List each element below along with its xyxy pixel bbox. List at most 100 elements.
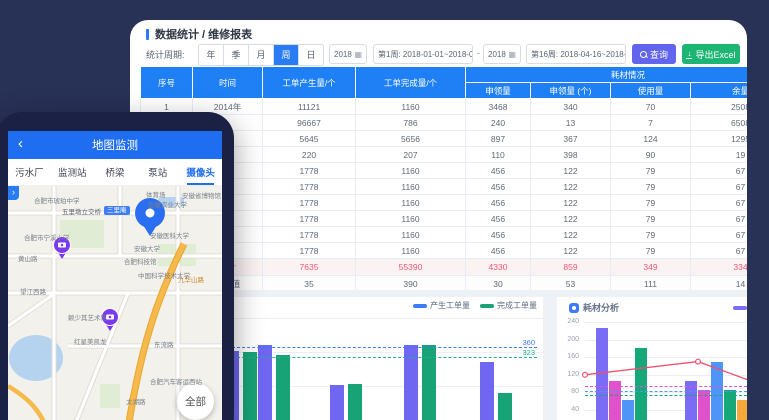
map-label: 合肥科技馆 [124,256,157,266]
map-view[interactable]: › 三里庵 五里墩立交桥 全部 合肥市琥珀中学体育场安徽农业大学安徽省博物馆合肥… [8,186,222,420]
table-cell: 122 [531,211,611,227]
gridline [232,318,543,319]
consumable-bar[interactable] [596,328,608,420]
table-cell: 79 [611,243,691,259]
range-separator: - [477,48,480,58]
back-icon[interactable]: ‹ [18,135,23,153]
table-cell: 79 [611,195,691,211]
map-label: 黄山路 [18,253,38,263]
y-axis-tick: 160 [557,353,579,360]
reference-label: 323 [522,348,535,357]
reference-label: 360 [522,338,535,347]
end-year-value: 2018 [488,50,506,59]
bar-产生工单量-4[interactable] [480,362,494,420]
bar-完成工单量-0[interactable] [243,352,257,420]
start-year-picker[interactable]: 2018 ▦ [329,44,367,64]
start-week-picker[interactable]: 第1周: 2018-01-01~2018-01-07 [373,44,473,64]
end-year-picker[interactable]: 2018 ▦ [483,44,521,64]
legend-item-1[interactable]: 完成工单量 [480,300,537,311]
bar-完成工单量-3[interactable] [422,345,436,420]
table-cell: 1778 [263,211,356,227]
table-cell: 55390 [356,259,466,276]
phone-tab-泵站[interactable]: 泵站 [136,159,179,185]
period-option-周[interactable]: 周 [273,45,298,65]
table-cell: 7 [611,115,691,131]
table-cell: 340 [531,99,611,115]
table-cell: 456 [466,195,531,211]
table-cell: 2508 [691,99,748,115]
table-cell: 96667 [263,115,356,131]
map-label: 红星美凯龙 [74,336,107,346]
table-cell: 70 [611,99,691,115]
table-cell: 456 [466,179,531,195]
table-cell: 1295 [691,131,748,147]
phone-tab-监测站[interactable]: 监测站 [51,159,94,185]
table-cell: 1160 [356,227,466,243]
table-cell: 786 [356,115,466,131]
phone-tab-桥梁[interactable]: 桥梁 [94,159,137,185]
table-cell: 11121 [263,99,356,115]
table-cell: 13 [531,115,611,131]
legend-item-0[interactable]: 产生工单量 [413,300,470,311]
road-name-label: 五里墩立交桥 [62,206,101,216]
reference-line [585,395,747,396]
map-label: 赖少其艺术馆 [68,312,107,322]
consumable-bar[interactable] [685,381,697,420]
table-cell: 1160 [356,243,466,259]
consumables-chart: 耗材分析2402001601208040 [557,297,747,420]
map-label: 安徽医科大学 [150,230,189,240]
show-all-button[interactable]: 全部 [177,383,214,420]
query-button[interactable]: 查询 [632,44,676,64]
period-option-季[interactable]: 季 [223,45,248,65]
consumable-bar[interactable] [737,400,747,420]
sub-col-header-1: 申领量 (个) [531,83,611,99]
col-header-0: 序号 [141,67,193,99]
start-week-value: 第1周: 2018-01-01~2018-01-07 [378,49,473,60]
reference-line [585,391,747,392]
export-excel-button[interactable]: ↓ 导出Excel [682,44,740,64]
period-option-日[interactable]: 日 [298,45,323,65]
phone-tab-摄像头[interactable]: 摄像头 [179,159,222,185]
table-cell: 79 [611,227,691,243]
table-cell: 7635 [263,259,356,276]
bar-产生工单量-1[interactable] [258,345,272,420]
consumable-bar[interactable] [635,348,647,420]
map-label: 安徽省博物馆 [182,190,221,200]
reference-line [232,357,537,358]
bar-完成工单量-2[interactable] [348,384,362,420]
bar-产生工单量-2[interactable] [330,385,344,420]
bar-完成工单量-4[interactable] [498,393,512,420]
consumable-bar[interactable] [622,400,634,420]
table-cell: 1778 [263,195,356,211]
y-axis-tick: 120 [557,371,579,378]
reference-line [585,386,747,387]
sub-col-header-3: 余量 [691,83,748,99]
period-option-年[interactable]: 年 [199,45,223,65]
table-cell: 79 [611,163,691,179]
end-week-picker[interactable]: 第16周: 2018-04-16~2018-04-22 [526,44,626,64]
table-cell: 4330 [466,259,531,276]
table-cell: 367 [531,131,611,147]
consumables-chart-title: 耗材分析 [569,301,619,314]
map-expander-button[interactable]: › [8,186,19,200]
table-cell: 6508 [691,115,748,131]
map-label: 东流路 [154,339,174,349]
calendar-icon: ▦ [354,50,362,59]
table-cell: 79 [611,179,691,195]
y-axis-tick: 200 [557,336,579,343]
table-cell: 456 [466,227,531,243]
table-cell: 67 [691,243,748,259]
table-cell: 1160 [356,99,466,115]
phone-tab-污水厂[interactable]: 污水厂 [8,159,51,185]
bar-完成工单量-1[interactable] [276,355,290,420]
table-cell: 1778 [263,227,356,243]
phone-header: ‹ 地图监测 [8,131,222,159]
map-label: 九华山路 [178,274,204,284]
table-cell: 349 [611,259,691,276]
table-cell: 67 [691,163,748,179]
bar-产生工单量-3[interactable] [404,345,418,420]
period-option-月[interactable]: 月 [248,45,273,65]
workorder-legend: 产生工单量完成工单量 [413,300,537,311]
map-label: 安徽大学 [134,243,160,253]
phone-screen: ‹ 地图监测 污水厂监测站桥梁泵站摄像头 [8,131,222,420]
